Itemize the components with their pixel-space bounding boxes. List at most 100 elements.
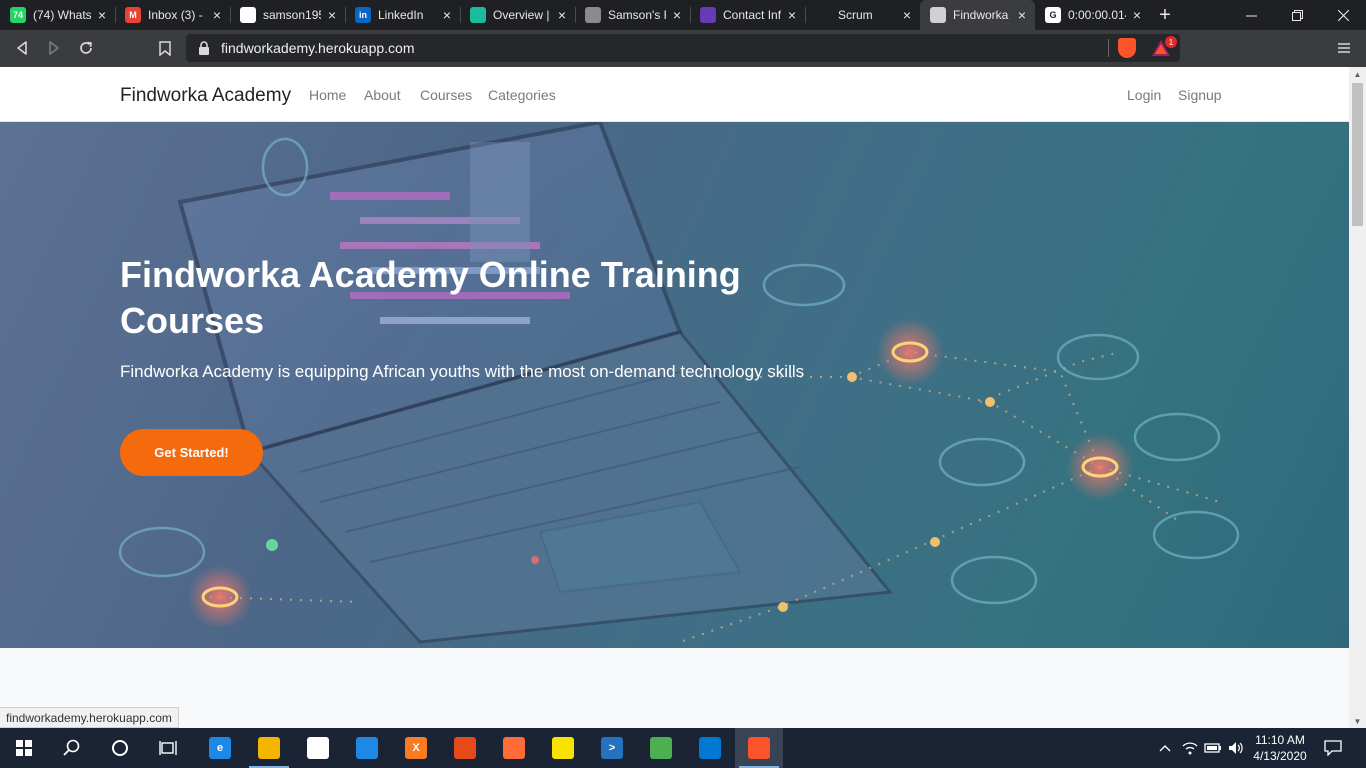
taskbar-app-button[interactable] (686, 728, 734, 768)
page-scrollbar[interactable]: ▲ ▼ (1349, 67, 1366, 728)
close-tab-icon[interactable]: × (1015, 7, 1029, 23)
browser-tab[interactable]: Findworka × (920, 0, 1035, 30)
powershell-icon: > (601, 737, 623, 759)
mail-icon (356, 737, 378, 759)
postman-icon (503, 737, 525, 759)
scrollbar-thumb[interactable] (1352, 83, 1363, 226)
system-clock[interactable]: 11:10 AM 4/13/2020 (1246, 732, 1314, 764)
browser-tab[interactable]: G 0:00:00.014 × (1035, 0, 1150, 30)
taskbar-app-button[interactable]: X (392, 728, 440, 768)
close-tab-icon[interactable]: × (1130, 7, 1144, 23)
close-tab-icon[interactable]: × (325, 7, 339, 23)
forward-button[interactable] (41, 36, 67, 60)
browser-tab[interactable]: Contact Inf × (690, 0, 805, 30)
wifi-tray-button[interactable] (1180, 728, 1200, 768)
browser-menu-button[interactable] (1334, 36, 1354, 60)
close-tab-icon[interactable]: × (210, 7, 224, 23)
start-button[interactable] (0, 728, 48, 768)
browser-tab-strip: 74 (74) WhatsApp × M Inbox (3) - × samson195 ×… (0, 0, 1366, 30)
site-navbar: Findworka Academy Home About Courses Cat… (0, 67, 1349, 122)
tab-title: Scrum (838, 8, 873, 22)
nav-link-courses[interactable]: Courses (420, 87, 472, 103)
cortana-button[interactable] (96, 728, 144, 768)
new-tab-button[interactable]: + (1150, 0, 1180, 30)
whatsapp-icon: 74 (10, 7, 26, 23)
hero-title: Findworka Academy Online Training Course… (120, 254, 741, 341)
chrome-icon (650, 737, 672, 759)
windows-taskbar: 11:10 AM 4/13/2020 e X > (0, 728, 1366, 768)
address-bar[interactable]: findworkademy.herokuapp.com 1 (186, 34, 1180, 62)
xampp-icon: X (405, 737, 427, 759)
page-viewport: Findworka Academy Home About Courses Cat… (0, 67, 1366, 728)
browser-tab[interactable]: Overview | × (460, 0, 575, 30)
git-icon (454, 737, 476, 759)
browser-tab[interactable]: Scrum × (805, 0, 920, 30)
wifi-icon (1182, 742, 1198, 755)
browser-tab[interactable]: M Inbox (3) - × (115, 0, 230, 30)
taskbar-app-button[interactable]: e (196, 728, 244, 768)
show-hidden-icons-button[interactable] (1156, 728, 1174, 768)
cortana-circle-icon (112, 740, 128, 756)
scrum-icon (815, 7, 831, 23)
nav-link-about[interactable]: About (364, 87, 401, 103)
browser-tab[interactable]: Samson's F × (575, 0, 690, 30)
close-tab-icon[interactable]: × (440, 7, 454, 23)
browser-toolbar: findworkademy.herokuapp.com 1 (0, 30, 1366, 67)
bookmark-icon (159, 40, 171, 56)
tab-title: Overview | (493, 8, 550, 22)
taskbar-app-button[interactable]: > (588, 728, 636, 768)
google-icon: G (1045, 7, 1061, 23)
close-tab-icon[interactable]: × (785, 7, 799, 23)
close-window-button[interactable] (1320, 0, 1366, 30)
nav-link-home[interactable]: Home (309, 87, 346, 103)
link-status-bubble: findworkademy.herokuapp.com (0, 707, 179, 728)
browser-tab[interactable]: samson195 × (230, 0, 345, 30)
taskbar-app-button[interactable] (343, 728, 391, 768)
nav-link-categories[interactable]: Categories (488, 87, 556, 103)
get-started-button[interactable]: Get Started! (120, 429, 263, 476)
close-tab-icon[interactable]: × (900, 7, 914, 23)
tab-title: (74) WhatsApp (33, 8, 91, 22)
site-brand-link[interactable]: Findworka Academy (120, 85, 291, 107)
minimize-button[interactable] (1228, 0, 1274, 30)
taskbar-app-button[interactable] (490, 728, 538, 768)
restore-icon (1291, 9, 1303, 21)
bookmark-button[interactable] (152, 36, 178, 60)
reload-icon (80, 41, 92, 54)
store-icon (307, 737, 329, 759)
file-explorer-icon (258, 737, 280, 759)
edge-icon: e (209, 737, 231, 759)
hamburger-menu-icon (1338, 43, 1350, 53)
diamond-icon (470, 7, 486, 23)
reload-button[interactable] (73, 36, 99, 60)
taskbar-app-button[interactable] (539, 728, 587, 768)
minimize-icon (1245, 15, 1257, 16)
nav-link-login[interactable]: Login (1127, 87, 1161, 103)
browser-tab[interactable]: 74 (74) WhatsApp × (0, 0, 115, 30)
volume-tray-button[interactable] (1226, 728, 1246, 768)
scroll-up-icon[interactable]: ▲ (1349, 67, 1366, 81)
tab-title: Contact Inf (723, 8, 781, 22)
taskbar-app-button[interactable] (735, 728, 783, 768)
tab-title: samson195 (263, 8, 321, 22)
action-center-button[interactable] (1320, 728, 1346, 768)
scroll-down-icon[interactable]: ▼ (1349, 714, 1366, 728)
taskbar-app-button[interactable] (294, 728, 342, 768)
nav-link-signup[interactable]: Signup (1178, 87, 1222, 103)
browser-tab[interactable]: in LinkedIn × (345, 0, 460, 30)
task-view-button[interactable] (144, 728, 192, 768)
brave-shields-icon[interactable] (1118, 38, 1136, 58)
restore-button[interactable] (1274, 0, 1320, 30)
back-button[interactable] (9, 36, 35, 60)
tab-title: Findworka (953, 8, 1009, 22)
battery-tray-button[interactable] (1203, 728, 1223, 768)
close-tab-icon[interactable]: × (95, 7, 109, 23)
search-button[interactable] (48, 728, 96, 768)
taskbar-app-button[interactable] (637, 728, 685, 768)
tab-title: LinkedIn (378, 8, 424, 22)
close-tab-icon[interactable]: × (555, 7, 569, 23)
taskbar-app-button[interactable] (441, 728, 489, 768)
taskbar-app-button[interactable] (245, 728, 293, 768)
close-tab-icon[interactable]: × (670, 7, 684, 23)
vscode-icon (699, 737, 721, 759)
